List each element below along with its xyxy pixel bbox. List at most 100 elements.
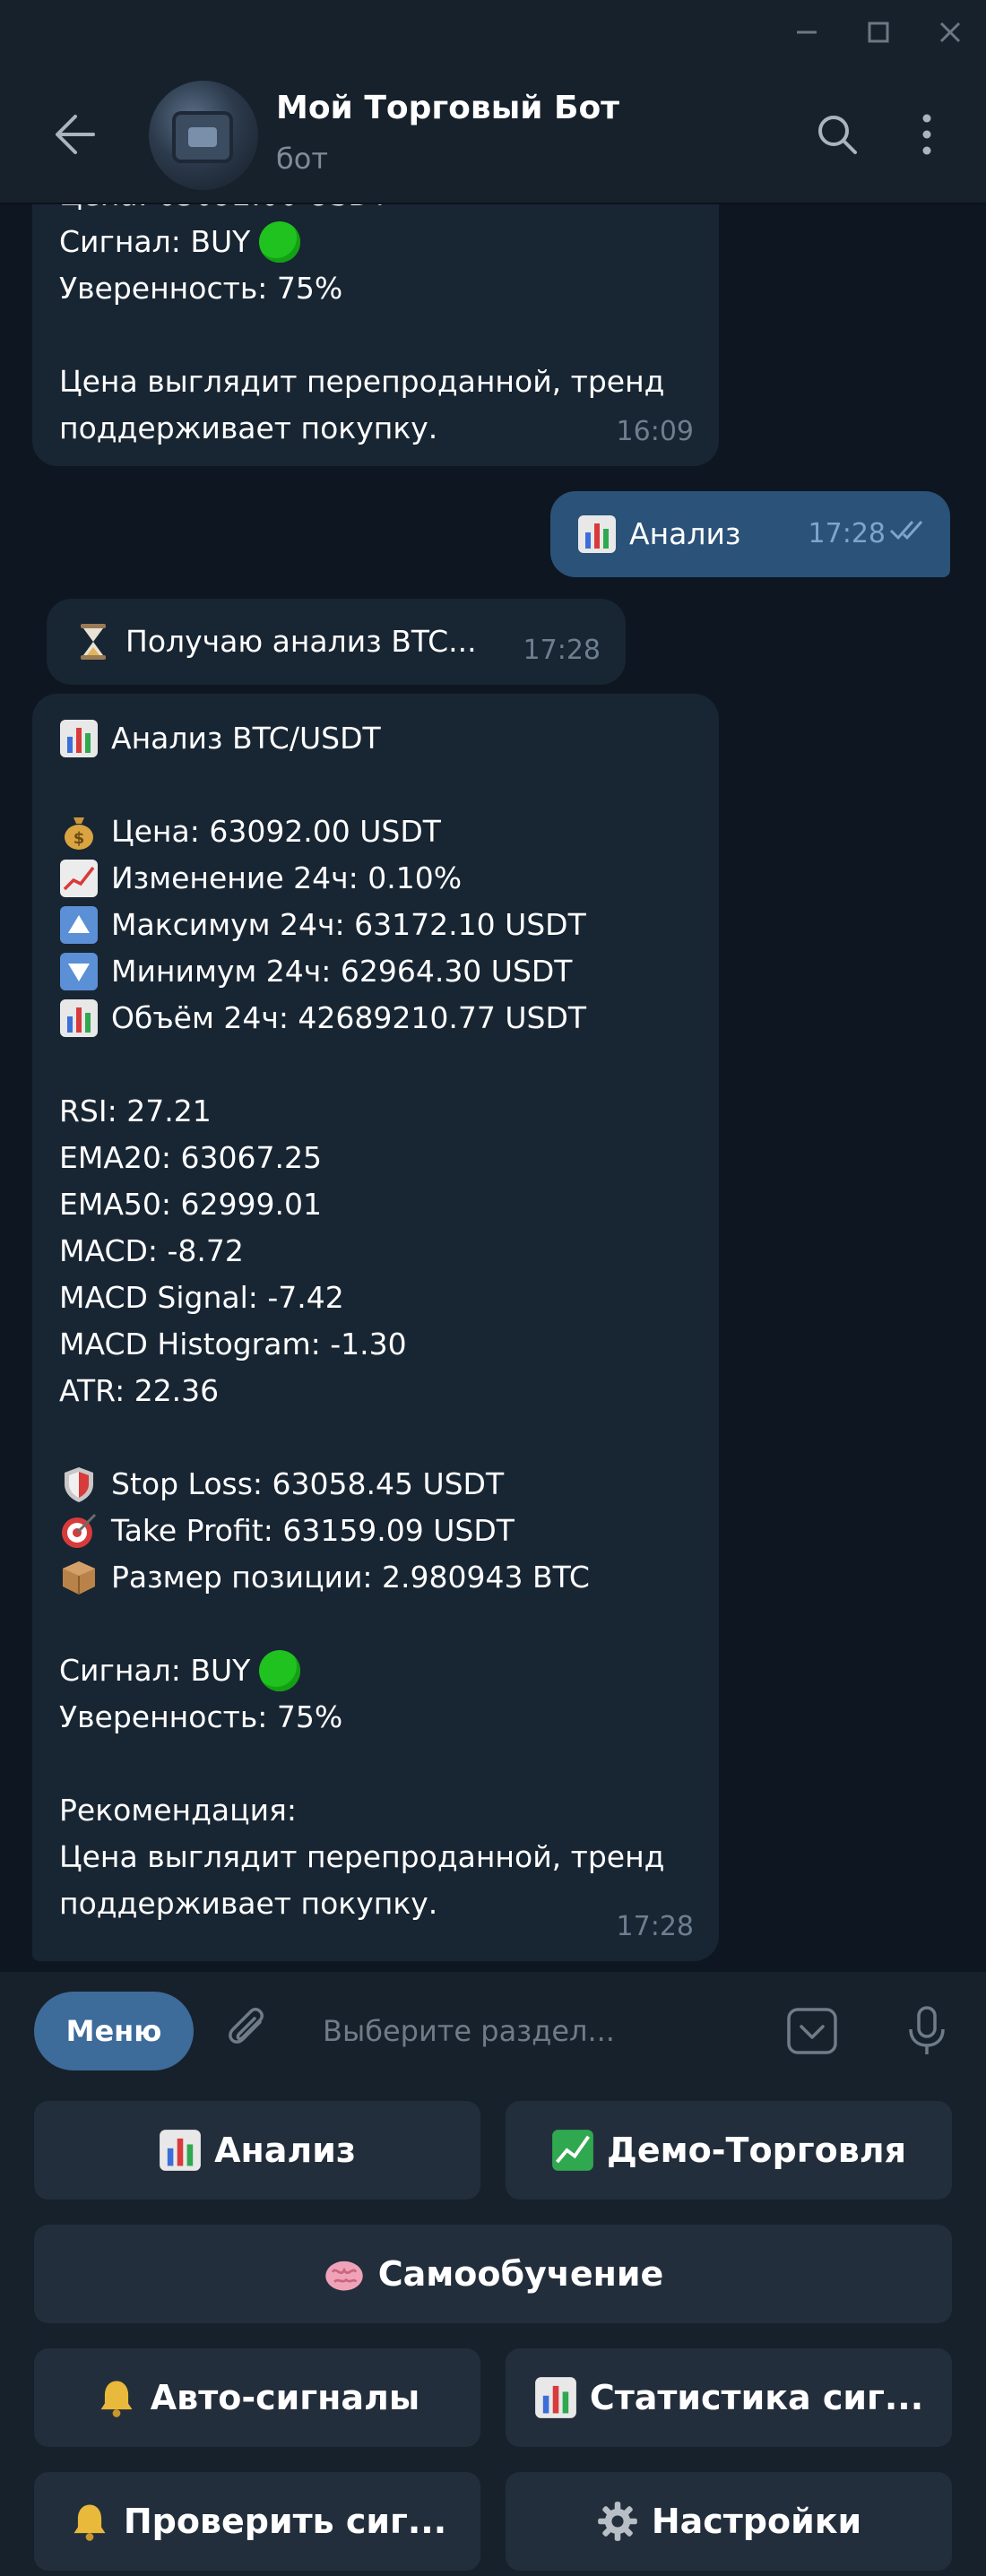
message-line: Сигнал: BUY	[59, 1647, 692, 1694]
auto-signals-button[interactable]: Авто-сигналы	[34, 2348, 480, 2447]
shield-icon	[59, 1465, 99, 1504]
message-line: поддерживает покупку.	[59, 411, 438, 445]
message-line: Изменение 24ч: 0.10%	[59, 855, 692, 902]
message-time: 17:28	[808, 518, 886, 549]
check-signals-button[interactable]: Проверить сиг...	[34, 2472, 480, 2571]
indicator-line: MACD Signal: -7.42	[59, 1280, 344, 1315]
message-time: 17:28	[523, 635, 601, 666]
search-icon[interactable]	[809, 106, 866, 163]
chart-with-yen-icon	[551, 2129, 594, 2172]
settings-button-label: Настройки	[651, 2502, 862, 2541]
back-arrow-icon[interactable]	[47, 106, 104, 163]
indicator-line: RSI: 27.21	[59, 1094, 212, 1128]
money-bag-icon: $	[59, 812, 99, 851]
self-learning-button[interactable]: Самообучение	[34, 2225, 952, 2323]
signal-text: Сигнал: BUY	[59, 1653, 251, 1688]
chat-title[interactable]: Мой Торговый Бот	[276, 90, 619, 126]
message-time: 17:28	[616, 1911, 694, 1942]
demo-trading-button[interactable]: Демо-Торговля	[506, 2101, 952, 2200]
bell-icon	[95, 2376, 138, 2419]
stop-loss-text: Stop Loss: 63058.45 USDT	[111, 1466, 505, 1501]
message-line: Уверенность: 75%	[59, 271, 343, 306]
demo-trading-button-label: Демо-Торговля	[606, 2131, 907, 2170]
message-bubble-loading: Получаю анализ BTC... 17:28	[47, 599, 626, 685]
up-triangle-button-icon	[59, 905, 99, 945]
message-gap	[59, 762, 692, 808]
signal-stats-button-label: Статистика сиг...	[589, 2378, 924, 2417]
gear-icon	[596, 2500, 639, 2543]
message-time: 16:09	[616, 416, 694, 447]
settings-button[interactable]: Настройки	[506, 2472, 952, 2571]
svg-text:$: $	[74, 829, 85, 848]
brain-icon	[323, 2252, 366, 2295]
message-line: Цена выглядит перепроданной, тренд	[59, 364, 665, 399]
hourglass-icon	[74, 622, 113, 661]
message-input[interactable]	[323, 1999, 753, 2063]
maximize-icon[interactable]	[843, 0, 914, 65]
bar-chart-icon	[534, 2376, 577, 2419]
message-line: $ Цена: 63092.00 USDT	[59, 808, 692, 855]
message-bubble-previous: Цена: 63092.00 USDT Сигнал: BUY Уверенно…	[32, 204, 719, 466]
volume-text: Объём 24ч: 42689210.77 USDT	[111, 1000, 587, 1035]
message-gap	[59, 312, 692, 359]
change-text: Изменение 24ч: 0.10%	[111, 860, 463, 895]
message-line: Stop Loss: 63058.45 USDT	[59, 1461, 692, 1508]
recommendation-line: поддерживает покупку.	[59, 1886, 438, 1921]
down-triangle-button-icon	[59, 952, 99, 991]
package-icon	[59, 1558, 99, 1597]
auto-signals-button-label: Авто-сигналы	[150, 2378, 420, 2417]
window-titlebar	[0, 0, 986, 65]
message-text: Получаю анализ BTC...	[125, 624, 477, 659]
recommendation-line: Цена выглядит перепроданной, тренд	[59, 1839, 665, 1874]
high-text: Максимум 24ч: 63172.10 USDT	[111, 907, 586, 942]
self-learning-button-label: Самообучение	[377, 2254, 664, 2294]
green-circle-icon	[259, 1650, 301, 1691]
message-line: Получаю анализ BTC...	[74, 618, 599, 665]
green-circle-icon	[259, 221, 301, 263]
message-gap	[59, 1042, 692, 1088]
message-text: Анализ	[629, 516, 741, 551]
chat-messages[interactable]: Цена: 63092.00 USDT Сигнал: BUY Уверенно…	[0, 204, 986, 1972]
message-composer: Меню	[0, 1972, 986, 2090]
chat-header: Мой Торговый Бот бот	[0, 65, 986, 204]
analysis-button[interactable]: Анализ	[34, 2101, 480, 2200]
confidence-text: Уверенность: 75%	[59, 1699, 343, 1734]
bell-icon	[68, 2500, 111, 2543]
check-signals-button-label: Проверить сиг...	[123, 2502, 447, 2541]
menu-button[interactable]: Меню	[34, 1992, 194, 2070]
signal-stats-button[interactable]: Статистика сиг...	[506, 2348, 952, 2447]
bar-chart-icon	[59, 719, 99, 758]
bar-chart-icon	[577, 514, 617, 554]
price-text: Цена: 63092.00 USDT	[111, 814, 441, 849]
analysis-button-label: Анализ	[214, 2131, 356, 2170]
double-check-icon	[887, 509, 930, 556]
indicator-line: ATR: 22.36	[59, 1373, 220, 1408]
message-bubble-outgoing: Анализ 17:28	[550, 491, 950, 577]
message-line: Цена: 63092.00 USDT	[59, 204, 692, 219]
indicator-line: MACD Histogram: -1.30	[59, 1327, 407, 1361]
message-line: Анализ BTC/USDT	[59, 715, 692, 762]
message-line: Take Profit: 63159.09 USDT	[59, 1508, 692, 1554]
target-icon	[59, 1511, 99, 1551]
indicator-line: EMA20: 63067.25	[59, 1140, 322, 1175]
keyboard-toggle-icon[interactable]	[783, 2002, 841, 2060]
message-line: Минимум 24ч: 62964.30 USDT	[59, 948, 692, 995]
message-gap	[59, 1414, 692, 1461]
recommendation-title: Рекомендация:	[59, 1793, 298, 1828]
message-text: Сигнал: BUY	[59, 224, 251, 259]
indicator-line: MACD: -8.72	[59, 1233, 244, 1268]
minimize-icon[interactable]	[771, 0, 843, 65]
bar-chart-icon	[159, 2129, 202, 2172]
microphone-icon[interactable]	[898, 2002, 956, 2060]
bot-avatar[interactable]	[149, 81, 258, 190]
message-gap	[59, 1741, 692, 1787]
close-icon[interactable]	[914, 0, 986, 65]
more-options-icon[interactable]	[898, 106, 956, 163]
paperclip-icon[interactable]	[221, 2002, 278, 2060]
low-text: Минимум 24ч: 62964.30 USDT	[111, 954, 573, 989]
reply-keyboard: Анализ Демо-Торговля Самообучение Авто-с…	[0, 2090, 986, 2576]
take-profit-text: Take Profit: 63159.09 USDT	[111, 1513, 515, 1548]
message-line: Объём 24ч: 42689210.77 USDT	[59, 995, 692, 1042]
bar-chart-icon	[59, 998, 99, 1038]
message-line: Максимум 24ч: 63172.10 USDT	[59, 902, 692, 948]
